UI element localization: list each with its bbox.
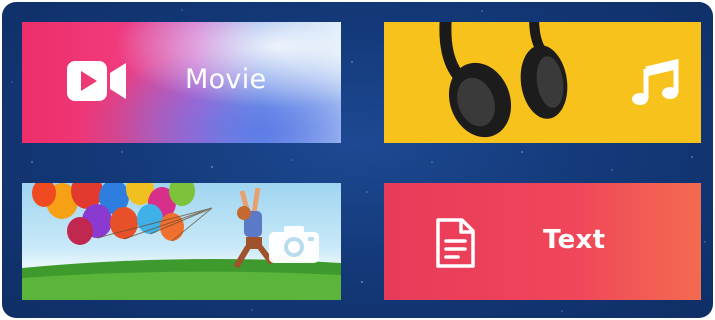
- photo-tile[interactable]: [22, 183, 341, 300]
- media-picker-panel: Movie Text: [2, 2, 713, 318]
- music-notes-icon: [632, 59, 679, 105]
- text-tile[interactable]: Text: [384, 183, 701, 300]
- movie-label: Movie: [185, 64, 267, 95]
- movie-tile[interactable]: Movie: [22, 22, 341, 143]
- document-icon: [436, 218, 475, 268]
- camera-icon: [269, 226, 319, 263]
- video-camera-icon: [67, 61, 126, 101]
- music-tile[interactable]: [384, 22, 701, 143]
- text-label: Text: [543, 225, 606, 255]
